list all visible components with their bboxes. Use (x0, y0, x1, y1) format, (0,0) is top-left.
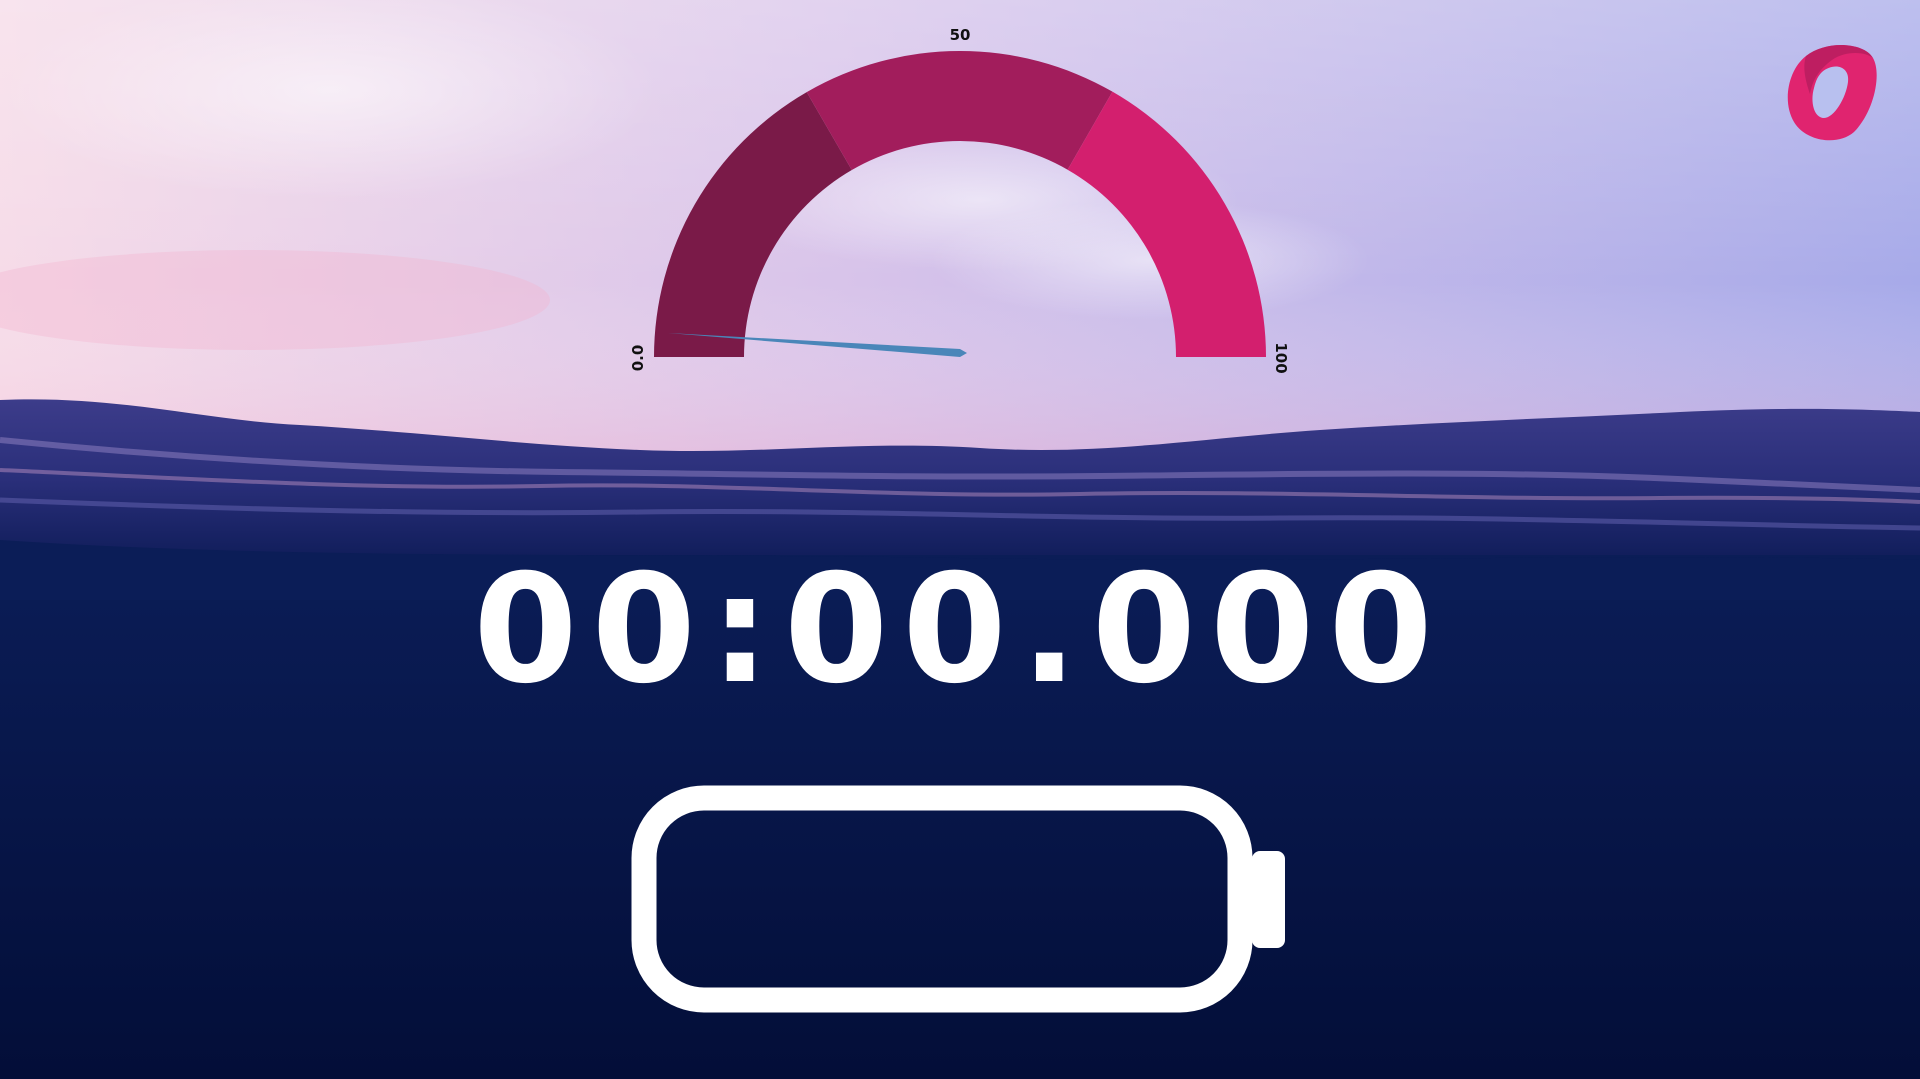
brand-ring-logo-icon (1787, 44, 1877, 141)
battery-icon (631, 785, 1285, 1013)
battery-terminal (1252, 851, 1285, 948)
battery-body (631, 785, 1253, 1013)
stopwatch-screen: 0.0 50 100 00:00.000 (0, 0, 1920, 1079)
